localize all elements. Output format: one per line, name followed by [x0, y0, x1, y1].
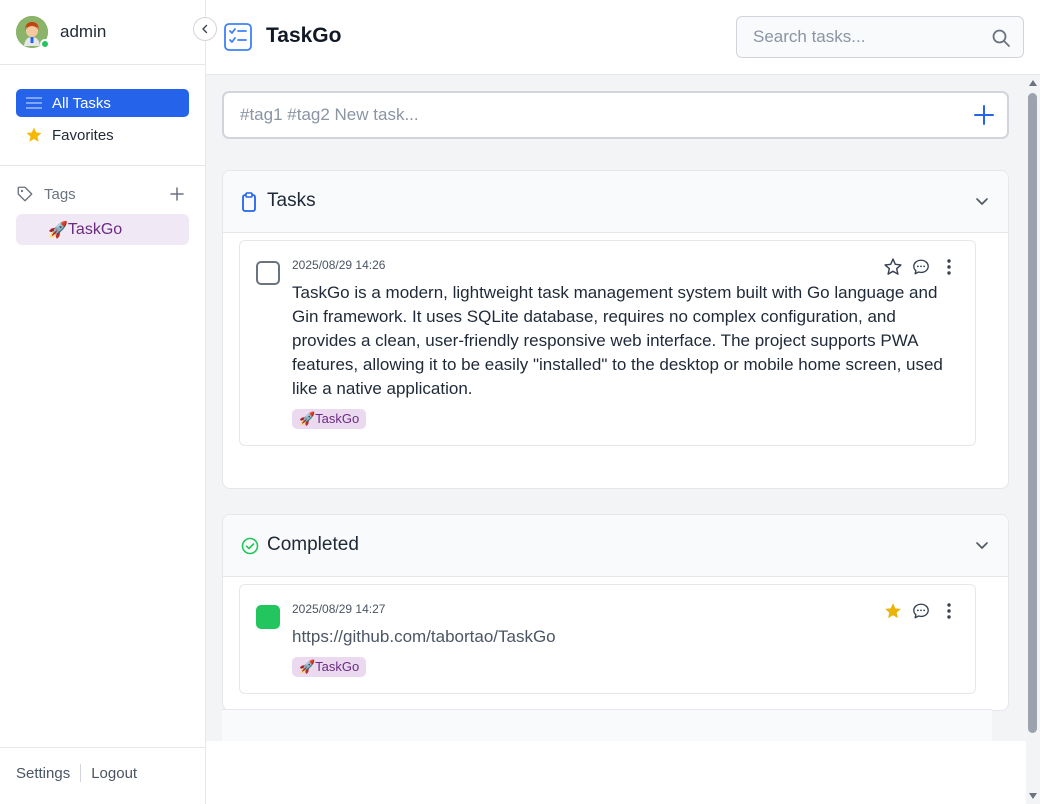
sidebar: admin All Tasks Favorites Tags 🚀 TaskGo … [0, 0, 217, 804]
tag-emoji: 🚀 [48, 221, 68, 239]
add-task-plus-icon[interactable] [973, 104, 995, 126]
app-root: admin All Tasks Favorites Tags 🚀 TaskGo … [0, 0, 1040, 804]
footer-separator [80, 764, 82, 782]
task-date: 2025/08/29 14:26 [292, 258, 386, 272]
add-tag-button[interactable] [168, 183, 186, 205]
new-task-box [222, 91, 1009, 139]
task-card: 2025/08/29 14:27 https://github.com/tabo… [239, 584, 976, 694]
section-title: Tasks [267, 190, 316, 211]
task-actions [875, 601, 959, 621]
more-vertical-icon[interactable] [939, 257, 959, 277]
tasks-section-header[interactable]: Tasks [223, 171, 1008, 233]
page-title: TaskGo [266, 24, 342, 47]
comment-icon[interactable] [911, 257, 931, 277]
plus-icon [170, 187, 184, 201]
task-date: 2025/08/29 14:27 [292, 602, 386, 616]
sidebar-item-all-tasks[interactable]: All Tasks [16, 89, 189, 117]
sidebar-divider [0, 165, 206, 166]
main-scrollbar[interactable] [1026, 75, 1040, 804]
favorite-star-outline-icon[interactable] [883, 257, 903, 277]
task-text[interactable]: https://github.com/tabortao/TaskGo [292, 625, 960, 649]
check-circle-icon [241, 535, 259, 557]
completed-section-header[interactable]: Completed [223, 515, 1008, 577]
username: admin [60, 22, 107, 41]
tasks-section: Tasks 2025/08/29 14:26 TaskGo is a moder… [222, 170, 1009, 489]
search-box [736, 16, 1024, 58]
settings-link[interactable]: Settings [16, 765, 70, 782]
chevron-down-icon[interactable] [974, 193, 990, 209]
top-header: TaskGo [206, 0, 1040, 75]
collapse-sidebar-button[interactable] [193, 17, 217, 41]
task-actions [875, 257, 959, 277]
completed-section: Completed 2025/08/29 14:27 https://githu… [222, 514, 1009, 711]
tags-label: Tags [44, 185, 76, 203]
more-vertical-icon[interactable] [939, 601, 959, 621]
search-input[interactable] [737, 17, 1023, 57]
comment-icon[interactable] [911, 601, 931, 621]
scrollbar-thumb[interactable] [1028, 93, 1037, 733]
sidebar-item-label: Favorites [52, 126, 114, 144]
task-checkbox[interactable] [256, 605, 280, 629]
new-task-input[interactable] [224, 93, 1007, 137]
online-status-dot [40, 39, 50, 49]
favorite-star-filled-icon[interactable] [883, 601, 903, 621]
scroll-up-arrow-icon[interactable] [1029, 80, 1037, 86]
task-card: 2025/08/29 14:26 TaskGo is a modern, lig… [239, 240, 976, 446]
sidebar-divider [0, 747, 206, 748]
task-tag[interactable]: 🚀TaskGo [292, 409, 367, 429]
list-footer-strip [222, 709, 992, 741]
chevron-down-icon[interactable] [974, 537, 990, 553]
tags-header: Tags [16, 183, 189, 205]
sidebar-footer: Settings Logout [16, 764, 137, 782]
task-checkbox[interactable] [256, 261, 280, 285]
clipboard-icon [241, 191, 259, 213]
task-tag[interactable]: 🚀TaskGo [292, 657, 367, 677]
sidebar-divider [0, 64, 206, 65]
sidebar-item-label: All Tasks [52, 94, 111, 112]
star-icon [24, 125, 44, 145]
tag-icon [16, 185, 36, 203]
avatar[interactable] [16, 16, 50, 49]
section-title: Completed [267, 534, 359, 555]
task-text: TaskGo is a modern, lightweight task man… [292, 283, 943, 398]
search-icon[interactable] [991, 28, 1011, 53]
sidebar-tag-taskgo[interactable]: 🚀 TaskGo [16, 214, 189, 245]
logout-link[interactable]: Logout [91, 765, 137, 782]
tag-label: TaskGo [67, 220, 123, 238]
list-icon [24, 93, 44, 113]
scroll-down-arrow-icon[interactable] [1029, 793, 1037, 799]
bottom-area [206, 741, 1040, 804]
main-content: Tasks 2025/08/29 14:26 TaskGo is a moder… [206, 75, 1040, 804]
task-list-logo-icon [224, 23, 252, 51]
chevron-left-icon [202, 24, 208, 34]
user-profile[interactable]: admin [16, 16, 107, 49]
sidebar-item-favorites[interactable]: Favorites [16, 121, 189, 149]
